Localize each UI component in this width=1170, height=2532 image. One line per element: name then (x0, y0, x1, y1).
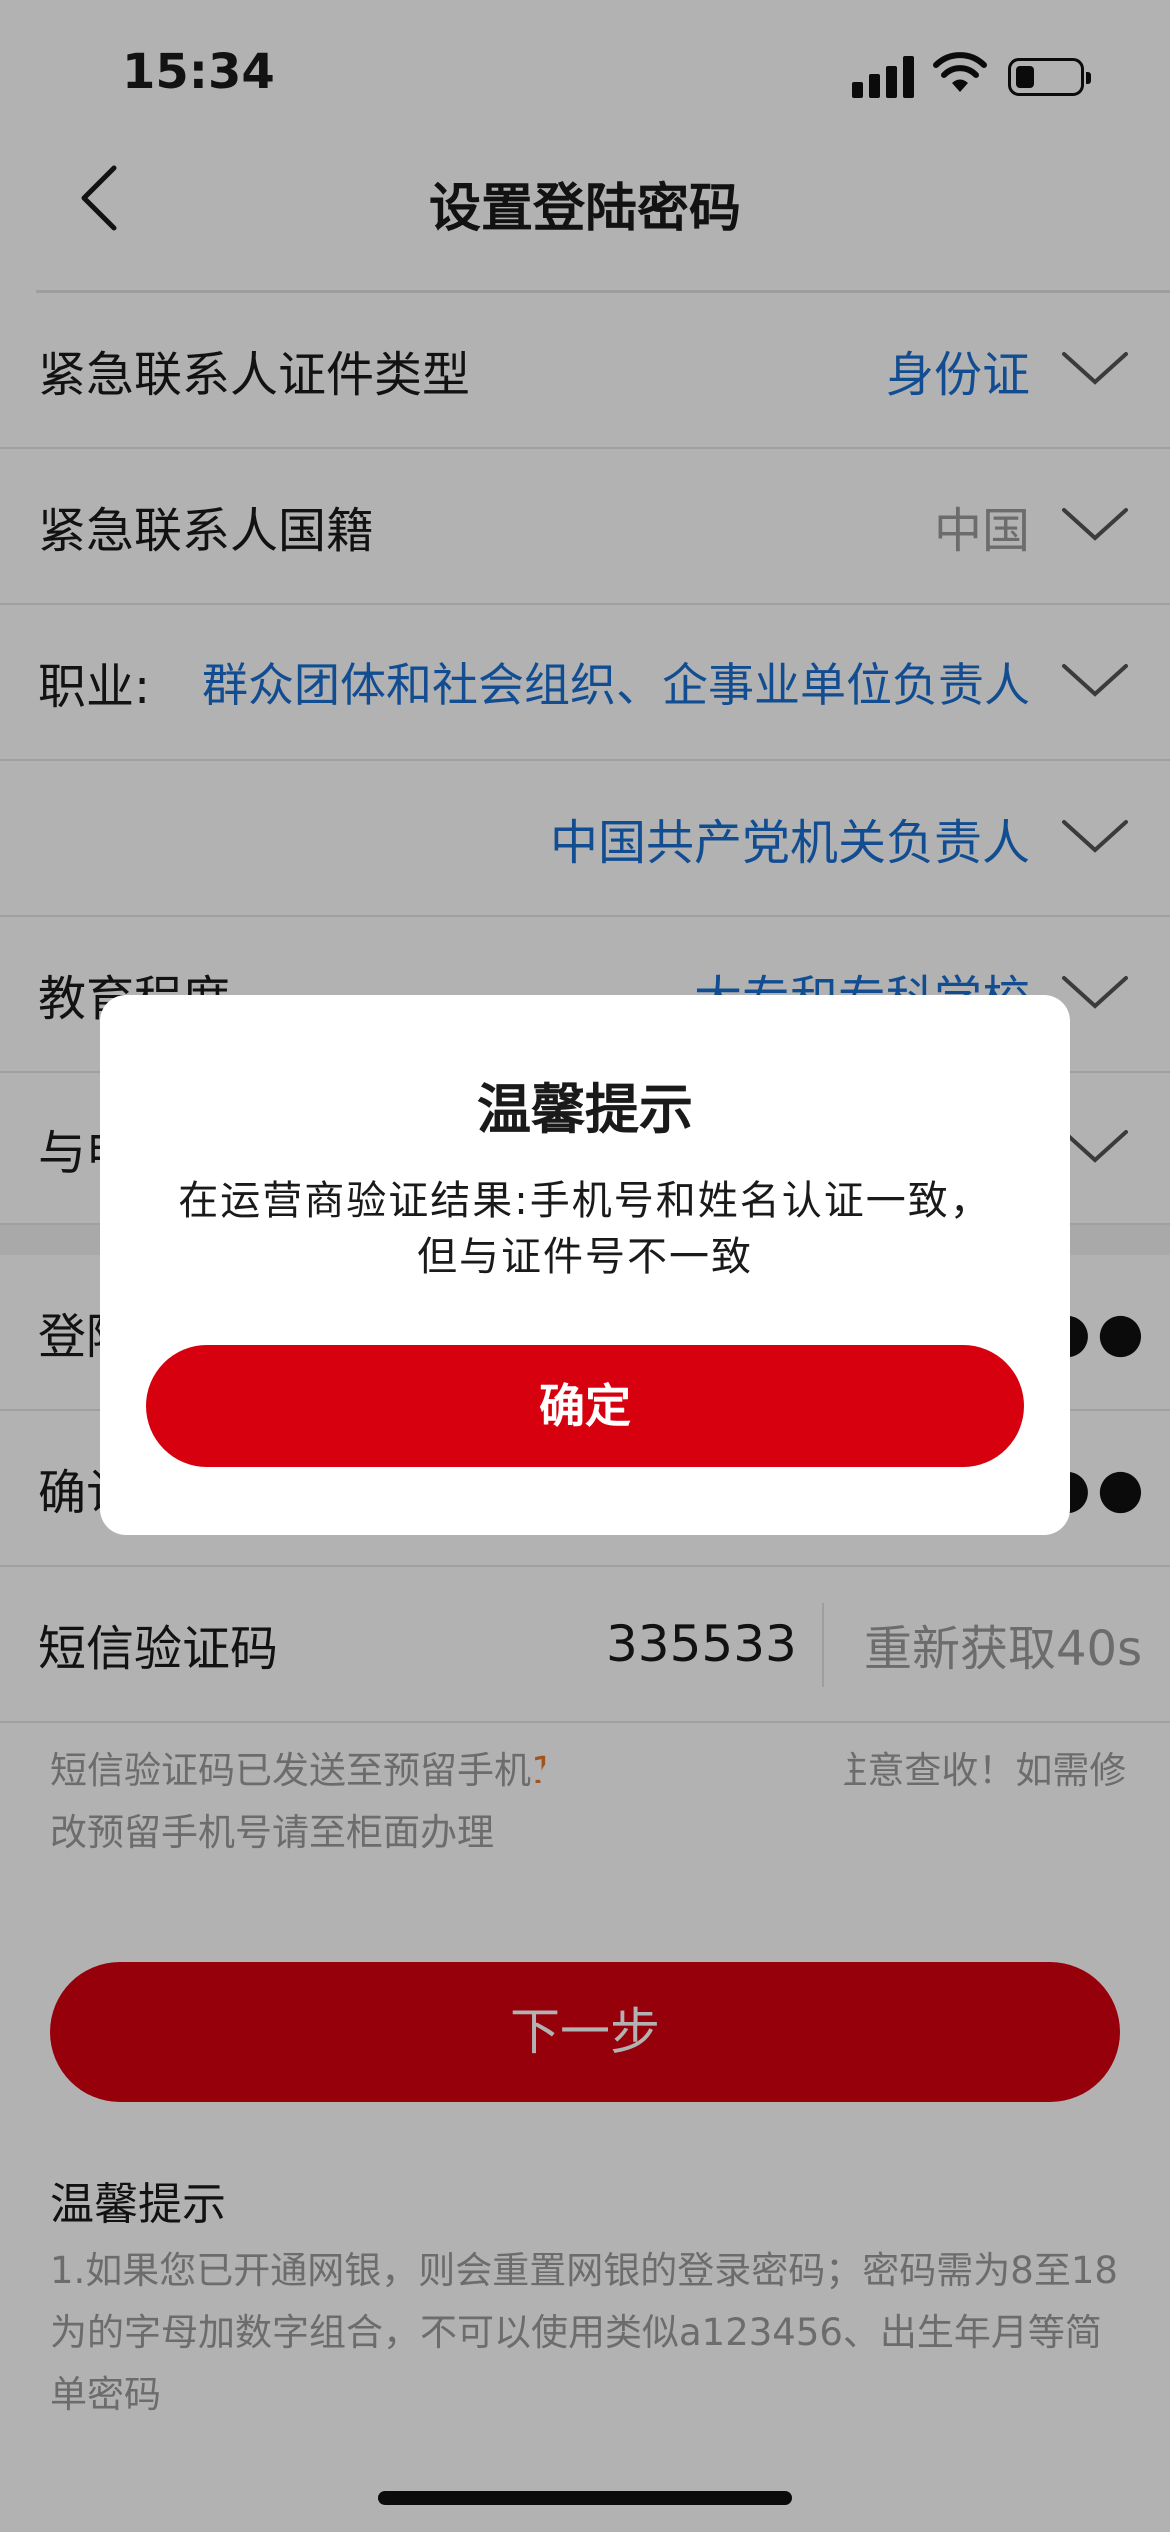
dialog-message: 在运营商验证结果:手机号和姓名认证一致，但与证件号不一致 (178, 1178, 992, 1280)
dialog-title: 温馨提示 (477, 1078, 693, 1141)
confirm-button[interactable]: 确定 (146, 1345, 1024, 1467)
alert-dialog: 温馨提示 在运营商验证结果:手机号和姓名认证一致，但与证件号不一致 确定 (100, 995, 1070, 1535)
